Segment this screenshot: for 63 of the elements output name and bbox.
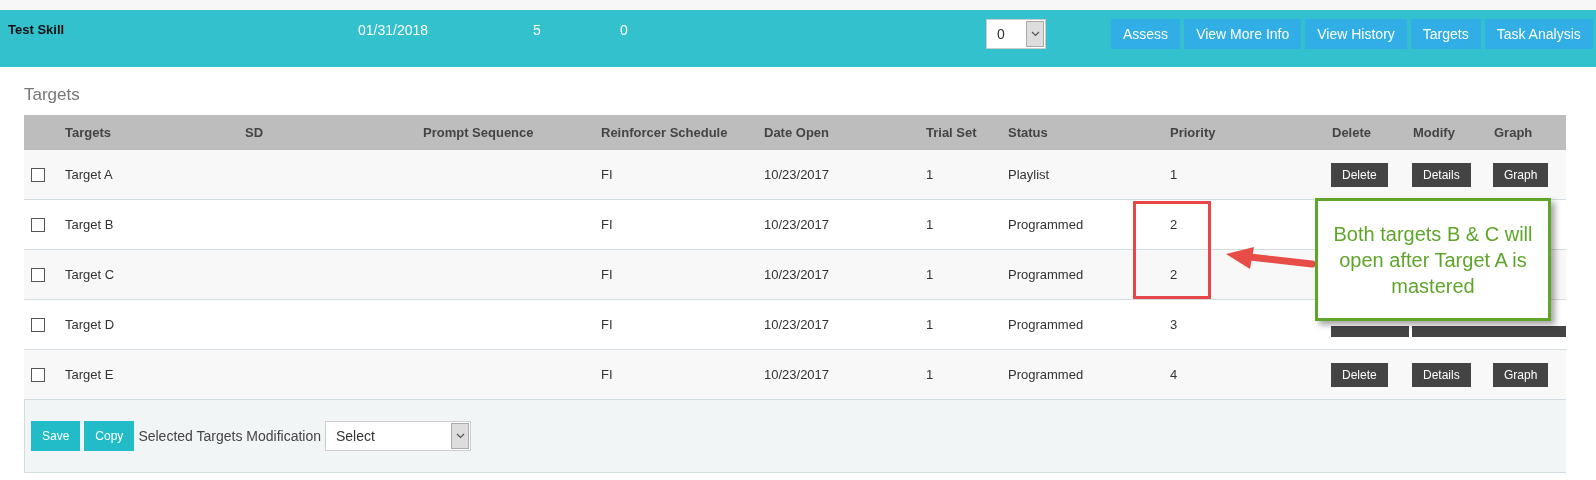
- table-cell: Programmed: [1008, 217, 1084, 232]
- graph-button[interactable]: Graph: [1493, 162, 1549, 187]
- table-cell: Playlist: [1008, 167, 1050, 182]
- table-cell: 4: [1170, 367, 1178, 382]
- table-cell: Target C: [65, 267, 115, 282]
- score-dropdown[interactable]: 0: [986, 19, 1046, 49]
- table-cell: 3: [1170, 317, 1178, 332]
- table-cell: 10/23/2017: [764, 317, 830, 332]
- table-cell: Target D: [65, 317, 115, 332]
- table-cell: Programmed: [1008, 317, 1084, 332]
- caret-icon: [451, 423, 469, 449]
- table-cell: Programmed: [1008, 267, 1084, 282]
- delete-button[interactable]: Delete: [1331, 162, 1388, 187]
- column-header: Targets: [65, 125, 111, 140]
- column-header: Graph: [1494, 125, 1533, 140]
- column-header: Priority: [1170, 125, 1216, 140]
- skill-date: 01/31/2018: [358, 22, 429, 38]
- table-cell: 10/23/2017: [764, 267, 830, 282]
- table-cell: FI: [601, 367, 613, 382]
- table-cell: FI: [601, 217, 613, 232]
- table-cell: 1: [926, 317, 934, 332]
- row-checkbox[interactable]: [31, 217, 45, 232]
- row-checkbox[interactable]: [31, 167, 45, 182]
- table-cell: Target A: [65, 167, 113, 182]
- column-header: Reinforcer Schedule: [601, 125, 728, 140]
- skill-count: 5: [533, 22, 541, 38]
- table-cell: 1: [926, 367, 934, 382]
- modification-dropdown[interactable]: Select: [325, 421, 471, 451]
- column-header: Trial Set: [926, 125, 977, 140]
- table-cell: FI: [601, 167, 613, 182]
- table-cell: 1: [926, 217, 934, 232]
- caret-icon: [1026, 21, 1044, 47]
- row-checkbox[interactable]: [31, 267, 45, 282]
- row-checkbox[interactable]: [31, 317, 45, 332]
- callout-note: Both targets B & C will open after Target A is mastered: [1315, 198, 1551, 321]
- modification-label: Selected Targets Modification: [138, 428, 321, 444]
- graph-button[interactable]: Graph: [1493, 362, 1549, 387]
- table-cell: 1: [1170, 167, 1178, 182]
- table-cell: 10/23/2017: [764, 367, 830, 382]
- column-header: Prompt Sequence: [423, 125, 534, 140]
- details-button[interactable]: Details: [1412, 362, 1471, 387]
- column-header: SD: [245, 125, 264, 140]
- skill-count: 0: [620, 22, 628, 38]
- table-cell: FI: [601, 267, 613, 282]
- table-cell: Programmed: [1008, 367, 1084, 382]
- column-header: Date Open: [764, 125, 829, 140]
- table-cell: FI: [601, 317, 613, 332]
- table-cell: 1: [926, 167, 934, 182]
- table-cell: Target E: [65, 367, 114, 382]
- table-cell: 10/23/2017: [764, 167, 830, 182]
- table-cell: 2: [1170, 267, 1178, 282]
- row-checkbox[interactable]: [31, 367, 45, 382]
- delete-button[interactable]: Delete: [1331, 362, 1388, 387]
- details-button[interactable]: Details: [1412, 162, 1471, 187]
- skill-name: Test Skill: [8, 22, 65, 37]
- column-header: Delete: [1332, 125, 1372, 140]
- table-cell: 1: [926, 267, 934, 282]
- table-cell: 2: [1170, 217, 1178, 232]
- table-cell: 10/23/2017: [764, 217, 830, 232]
- section-title: Targets: [24, 85, 81, 106]
- column-header: Status: [1008, 125, 1048, 140]
- table-cell: Target B: [65, 217, 114, 232]
- column-header: Modify: [1413, 125, 1455, 140]
